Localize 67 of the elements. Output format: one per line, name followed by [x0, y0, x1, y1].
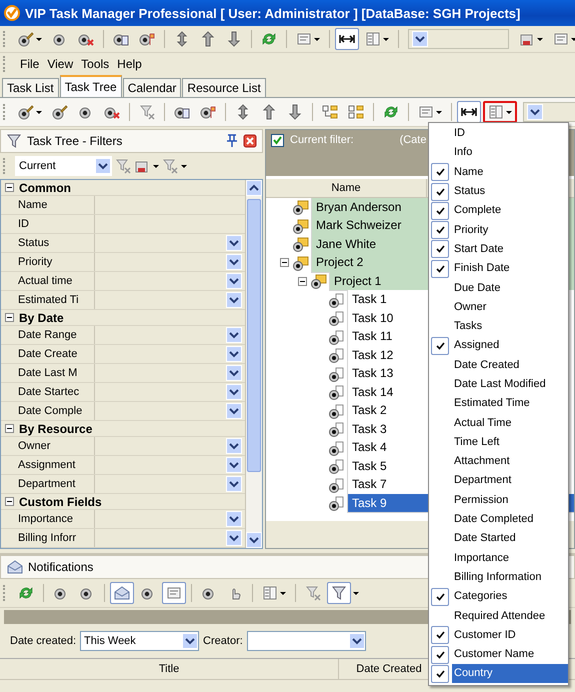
menu-item[interactable]: Help	[117, 56, 142, 70]
menu-item[interactable]: ID	[452, 124, 568, 144]
menu-item[interactable]: Permission	[452, 490, 568, 510]
menu-item[interactable]: View	[47, 56, 74, 70]
filter-label: Current filter:	[290, 134, 354, 146]
property-label: Date Comple	[1, 402, 95, 420]
menu-item[interactable]: Tools	[81, 56, 110, 70]
menu-item[interactable]: Country	[452, 664, 568, 684]
property-label: Date Startec	[1, 383, 95, 401]
menu-item[interactable]: Finish Date	[452, 259, 568, 278]
tab[interactable]: Calendar	[122, 78, 182, 97]
menu-item[interactable]: Assigned	[452, 336, 568, 356]
category-label: By Date	[19, 310, 64, 324]
property-label: Billing Inforr	[1, 529, 95, 547]
tab[interactable]: Resource List	[182, 78, 266, 97]
column-header[interactable]: Name	[266, 179, 427, 197]
property-label: Date Range	[1, 326, 95, 344]
menu-item[interactable]: Complete	[452, 201, 568, 220]
menu-item[interactable]: Info	[452, 143, 568, 162]
menu-item[interactable]: Department	[452, 471, 568, 490]
property-label: Importance	[1, 510, 95, 528]
menu-item[interactable]: Actual Time	[452, 414, 568, 433]
menu-item[interactable]: Categories	[452, 587, 568, 606]
date-created-combo[interactable]: This Week	[80, 631, 200, 651]
menu-item[interactable]: Time Left	[452, 432, 568, 452]
property-label: Assignment	[1, 456, 95, 474]
property-label: Date Create	[1, 345, 95, 363]
menu-item[interactable]: Estimated Time	[452, 394, 568, 414]
property-label: Owner	[1, 437, 95, 455]
menu-item[interactable]: Priority	[452, 220, 568, 240]
menu-item[interactable]: File	[20, 56, 40, 70]
menu-item[interactable]: Customer ID	[452, 626, 568, 645]
property-label: Status	[1, 234, 95, 252]
menu-item[interactable]: Importance	[452, 548, 568, 568]
creator-label: Creator:	[203, 635, 243, 647]
window-title: VIP Task Manager Professional [ User: Administrator ] [DataBase: SGH Projects]	[25, 6, 520, 20]
menu-item[interactable]: Billing Information	[452, 568, 568, 587]
category-label: Common	[19, 180, 71, 194]
panel-title: Task Tree - Filters	[27, 134, 122, 148]
menu-item[interactable]: Attachment	[452, 452, 568, 472]
menu-item[interactable]: Owner	[452, 298, 568, 317]
column-header[interactable]: Title	[0, 659, 339, 679]
menu-item[interactable]: Due Date	[452, 278, 568, 298]
tab[interactable]: Task List	[2, 78, 59, 97]
menu-item[interactable]: Tasks	[452, 317, 568, 336]
menu-item[interactable]: Start Date	[452, 240, 568, 259]
menu-item[interactable]: Customer Name	[452, 645, 568, 664]
category-label: By Resource	[19, 422, 92, 436]
property-label: Estimated Ti	[1, 291, 95, 309]
menu-item[interactable]: Date Created	[452, 356, 568, 375]
tab[interactable]: Task Tree	[60, 75, 122, 97]
menu-item[interactable]: Date Last Modified	[452, 375, 568, 394]
property-label: Name	[1, 196, 95, 214]
date-created-label: Date created:	[10, 635, 76, 647]
panel-title: Notifications	[28, 560, 94, 574]
property-label: Actual time	[1, 272, 95, 290]
property-label: Department	[1, 475, 95, 493]
property-label: ID	[1, 215, 95, 233]
menu-item[interactable]: Status	[452, 182, 568, 202]
menu-item[interactable]: Required Attendee	[452, 606, 568, 626]
property-label: Priority	[1, 253, 95, 271]
menu-item[interactable]: Date Completed	[452, 510, 568, 530]
filter-value: (Cate	[400, 134, 426, 146]
filter-preset-combo[interactable]: Current	[15, 156, 112, 176]
menu-item[interactable]: Name	[452, 162, 568, 182]
property-label: Date Last M	[1, 364, 95, 382]
category-label: Custom Fields	[19, 494, 102, 508]
